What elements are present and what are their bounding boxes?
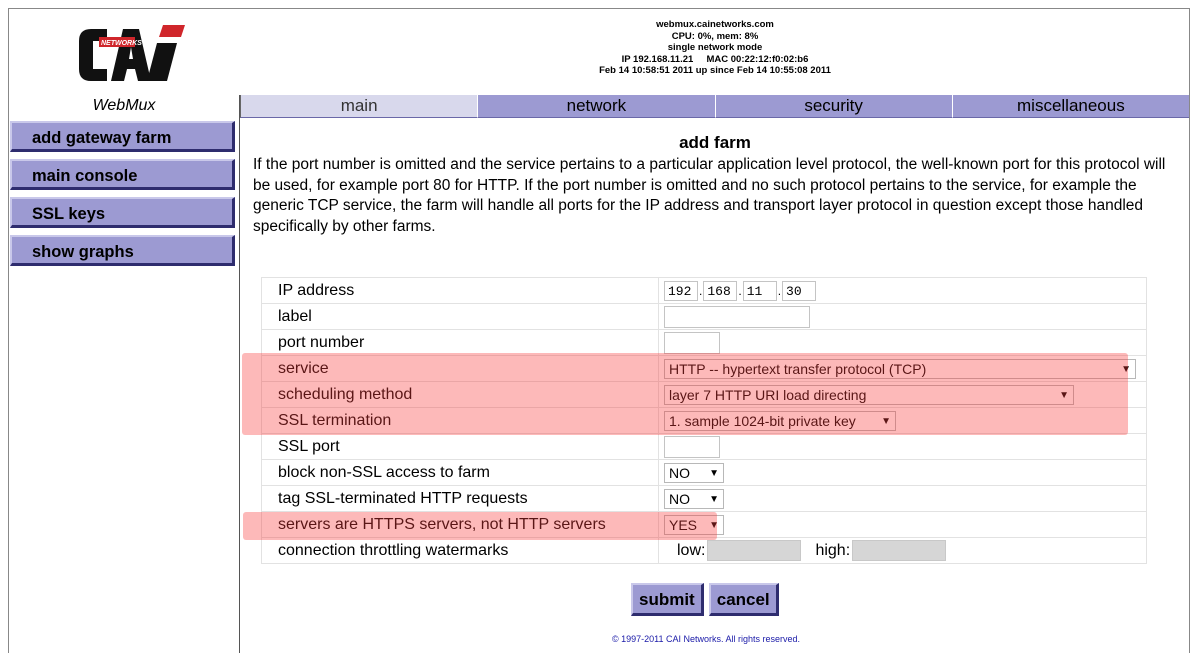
ip-octet-3[interactable]: 11 — [742, 280, 777, 301]
main-tabs: main network security miscellaneous — [240, 95, 1189, 118]
network-mode: single network mode — [667, 42, 763, 53]
form-row-ip: IP address 192. 168. 11. 30 — [261, 277, 1147, 304]
ip-mac: IP 192.168.11.21 MAC 00:22:12:f0:02:b6 — [621, 53, 809, 65]
brand-name: WebMux — [92, 97, 156, 114]
tab-network[interactable]: network — [477, 95, 715, 118]
system-status: webmux.cainetworks.com CPU: 0%, mem: 8% … — [241, 19, 1189, 77]
cai-logo-icon: NETWORKS — [79, 25, 185, 81]
ip-address-label: IP address — [261, 277, 659, 304]
tag-ssl-select[interactable]: NO ▼ — [664, 488, 724, 509]
high-watermark-input[interactable] — [852, 540, 947, 561]
form-row-block: block non-SSL access to farm NO ▼ — [261, 459, 1147, 486]
port-number-input[interactable] — [664, 331, 720, 354]
uptime: Feb 14 10:58:51 2011 up since Feb 14 10:… — [599, 65, 831, 76]
logo: NETWORKS — [9, 9, 239, 95]
sidebar-item-add-gateway-farm[interactable]: add gateway farm — [10, 121, 235, 152]
page-title: add farm — [679, 133, 751, 152]
copyright: © 1997-2011 CAI Networks. All rights res… — [611, 634, 801, 644]
app-frame: NETWORKS webmux.cainetworks.com CPU: 0%,… — [8, 8, 1190, 653]
tag-ssl-label: tag SSL-terminated HTTP requests — [261, 485, 659, 512]
page-description: If the port number is omitted and the se… — [253, 156, 1166, 235]
low-watermark-input[interactable] — [707, 540, 802, 561]
vertical-divider — [239, 95, 240, 653]
ip-octet-2[interactable]: 168 — [703, 280, 738, 301]
form-row-throttle: connection throttling watermarks low: hi… — [261, 537, 1147, 564]
form-row-ssl-port: SSL port — [261, 433, 1147, 460]
ssl-port-input[interactable] — [664, 435, 720, 458]
block-non-ssl-label: block non-SSL access to farm — [261, 459, 659, 486]
sidebar-item-show-graphs[interactable]: show graphs — [10, 235, 235, 266]
chevron-down-icon: ▼ — [709, 493, 719, 505]
block-non-ssl-select[interactable]: NO ▼ — [664, 462, 724, 483]
ip-octet-4[interactable]: 30 — [782, 280, 817, 301]
sidebar-item-main-console[interactable]: main console — [10, 159, 235, 190]
ip-octet-1[interactable]: 192 — [664, 280, 698, 301]
label-input[interactable] — [664, 305, 810, 328]
sidebar-item-ssl-keys[interactable]: SSL keys — [10, 197, 235, 228]
svg-text:NETWORKS: NETWORKS — [101, 40, 142, 47]
highlight-ssl-settings — [242, 353, 1128, 435]
form-row-port: port number — [261, 329, 1147, 356]
tab-security[interactable]: security — [714, 95, 952, 118]
high-label: high: — [815, 541, 851, 559]
throttling-label: connection throttling watermarks — [261, 537, 659, 564]
cpu-mem: CPU: 0%, mem: 8% — [671, 30, 759, 42]
port-number-label: port number — [261, 329, 659, 356]
hostname: webmux.cainetworks.com — [656, 19, 774, 30]
cancel-button[interactable]: cancel — [708, 583, 779, 616]
form-row-tag: tag SSL-terminated HTTP requests NO ▼ — [261, 485, 1147, 512]
chevron-down-icon: ▼ — [709, 467, 719, 479]
form-row-label: label — [261, 303, 1147, 330]
tab-main[interactable]: main — [240, 95, 478, 118]
ssl-port-label: SSL port — [261, 433, 659, 460]
form-buttons: submit cancel — [631, 583, 779, 616]
low-label: low: — [677, 541, 706, 559]
highlight-https-servers — [243, 512, 717, 540]
label-label: label — [261, 303, 659, 330]
sidebar: add gateway farm main console SSL keys s… — [9, 121, 235, 273]
main-content: add farm If the port number is omitted a… — [245, 121, 1185, 564]
submit-button[interactable]: submit — [631, 583, 704, 616]
tab-miscellaneous[interactable]: miscellaneous — [951, 95, 1189, 118]
